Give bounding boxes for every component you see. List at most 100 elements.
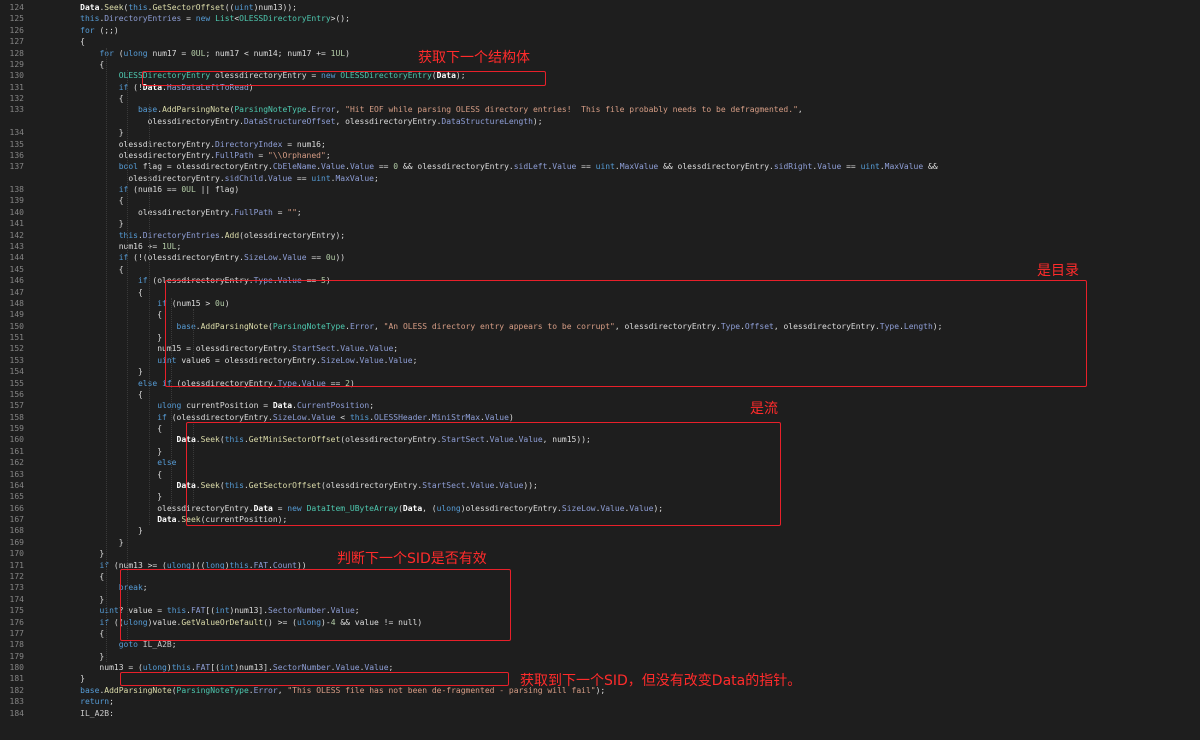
line-number: 142: [9, 230, 24, 240]
code-line[interactable]: this.DirectoryEntries.Add(olessdirectory…: [32, 230, 345, 241]
code-line[interactable]: }: [32, 594, 104, 605]
line-number: 155: [9, 378, 24, 388]
line-number: 165: [9, 492, 24, 502]
code-line[interactable]: base.AddParsingNote(ParsingNoteType.Erro…: [32, 104, 803, 115]
line-number: 164: [9, 480, 24, 490]
line-number: 151: [9, 333, 24, 343]
line-number: 175: [9, 606, 24, 616]
line-number: 179: [9, 651, 24, 661]
line-number: 127: [9, 37, 24, 47]
code-line[interactable]: }: [32, 537, 124, 548]
line-number: 150: [9, 321, 24, 331]
code-line[interactable]: {: [32, 264, 124, 275]
code-line[interactable]: for (ulong num17 = 0UL; num17 < num14; n…: [32, 48, 350, 59]
line-number: 133: [9, 105, 24, 115]
line-number: 183: [9, 697, 24, 707]
code-line[interactable]: {: [32, 93, 124, 104]
code-line[interactable]: else: [32, 457, 176, 468]
code-line[interactable]: }: [32, 127, 124, 138]
code-line[interactable]: for (;;): [32, 25, 119, 36]
annotation-is-directory: 是目录: [1037, 263, 1079, 279]
code-line[interactable]: }: [32, 446, 162, 457]
code-line[interactable]: {: [32, 628, 104, 639]
line-number: 138: [9, 185, 24, 195]
code-line[interactable]: olessdirectoryEntry.DirectoryIndex = num…: [32, 139, 326, 150]
line-number: 139: [9, 196, 24, 206]
line-number: 140: [9, 207, 24, 217]
line-number: 134: [9, 128, 24, 138]
line-number: 135: [9, 139, 24, 149]
highlight-box-stream: [186, 422, 781, 526]
highlight-box-next-sid: [120, 672, 509, 686]
line-number: 166: [9, 503, 24, 513]
line-number: 180: [9, 663, 24, 673]
code-line[interactable]: IL_A2B:: [32, 708, 114, 719]
line-number: 157: [9, 401, 24, 411]
annotation-is-stream: 是流: [750, 401, 778, 417]
code-line[interactable]: {: [32, 59, 104, 70]
line-number: 149: [9, 310, 24, 320]
line-number: 181: [9, 674, 24, 684]
line-number: 126: [9, 25, 24, 35]
code-line[interactable]: if (num16 == 0UL || flag): [32, 184, 239, 195]
highlight-box-directory: [165, 280, 1087, 387]
line-number: 148: [9, 298, 24, 308]
code-editor[interactable]: 124 125 126 127 128 129 130 131 132 133 134 135 136 1…: [0, 0, 1200, 740]
line-number: 145: [9, 264, 24, 274]
code-line[interactable]: }: [32, 332, 162, 343]
line-number: 158: [9, 412, 24, 422]
line-number: 132: [9, 94, 24, 104]
annotation-check-next-sid: 判断下一个SID是否有效: [337, 551, 487, 567]
line-number: 168: [9, 526, 24, 536]
line-number: 129: [9, 59, 24, 69]
line-number: 125: [9, 14, 24, 24]
code-line[interactable]: {: [32, 571, 104, 582]
line-number: 128: [9, 48, 24, 58]
line-number: 141: [9, 219, 24, 229]
code-line[interactable]: }: [32, 218, 124, 229]
code-line[interactable]: if (!(olessdirectoryEntry.SizeLow.Value …: [32, 252, 345, 263]
code-line[interactable]: ulong currentPosition = Data.CurrentPosi…: [32, 400, 374, 411]
code-line[interactable]: {: [32, 423, 162, 434]
code-line[interactable]: olessdirectoryEntry.sidChild.Value == ui…: [32, 173, 379, 184]
line-number: 173: [9, 583, 24, 593]
line-number: 169: [9, 537, 24, 547]
line-number: 152: [9, 344, 24, 354]
line-number: 156: [9, 389, 24, 399]
code-line[interactable]: return;: [32, 696, 114, 707]
line-number: 162: [9, 458, 24, 468]
line-number: 153: [9, 355, 24, 365]
line-number: 182: [9, 685, 24, 695]
code-line[interactable]: this.DirectoryEntries = new List<OLESSDi…: [32, 13, 350, 24]
code-line[interactable]: olessdirectoryEntry.FullPath = "\\Orphan…: [32, 150, 331, 161]
line-number: 136: [9, 150, 24, 160]
code-line[interactable]: }: [32, 651, 104, 662]
line-number: 184: [9, 708, 24, 718]
code-line[interactable]: olessdirectoryEntry.FullPath = "";: [32, 207, 302, 218]
code-line[interactable]: }: [32, 491, 162, 502]
line-number: 137: [9, 162, 24, 172]
highlight-box-sid-check: [120, 569, 511, 641]
line-number: 171: [9, 560, 24, 570]
code-line[interactable]: {: [32, 309, 162, 320]
code-line[interactable]: }: [32, 673, 85, 684]
line-number: 161: [9, 446, 24, 456]
line-number: 147: [9, 287, 24, 297]
line-number: 174: [9, 594, 24, 604]
code-line[interactable]: bool flag = olessdirectoryEntry.CbEleNam…: [32, 161, 938, 172]
line-number: 144: [9, 253, 24, 263]
code-line[interactable]: {: [32, 469, 162, 480]
code-line[interactable]: Data.Seek(this.GetSectorOffset((uint)num…: [32, 2, 297, 13]
code-line[interactable]: olessdirectoryEntry.DataStructureOffset,…: [32, 116, 543, 127]
line-number: 160: [9, 435, 24, 445]
line-number: 167: [9, 515, 24, 525]
annotation-get-next-struct: 获取下一个结构体: [418, 50, 530, 66]
line-number: 178: [9, 640, 24, 650]
highlight-box-new-entry: [142, 71, 546, 86]
line-number: 176: [9, 617, 24, 627]
code-line[interactable]: }: [32, 548, 104, 559]
code-line[interactable]: {: [32, 36, 85, 47]
line-number: 146: [9, 276, 24, 286]
code-line[interactable]: {: [32, 195, 124, 206]
line-number: 124: [9, 3, 24, 12]
